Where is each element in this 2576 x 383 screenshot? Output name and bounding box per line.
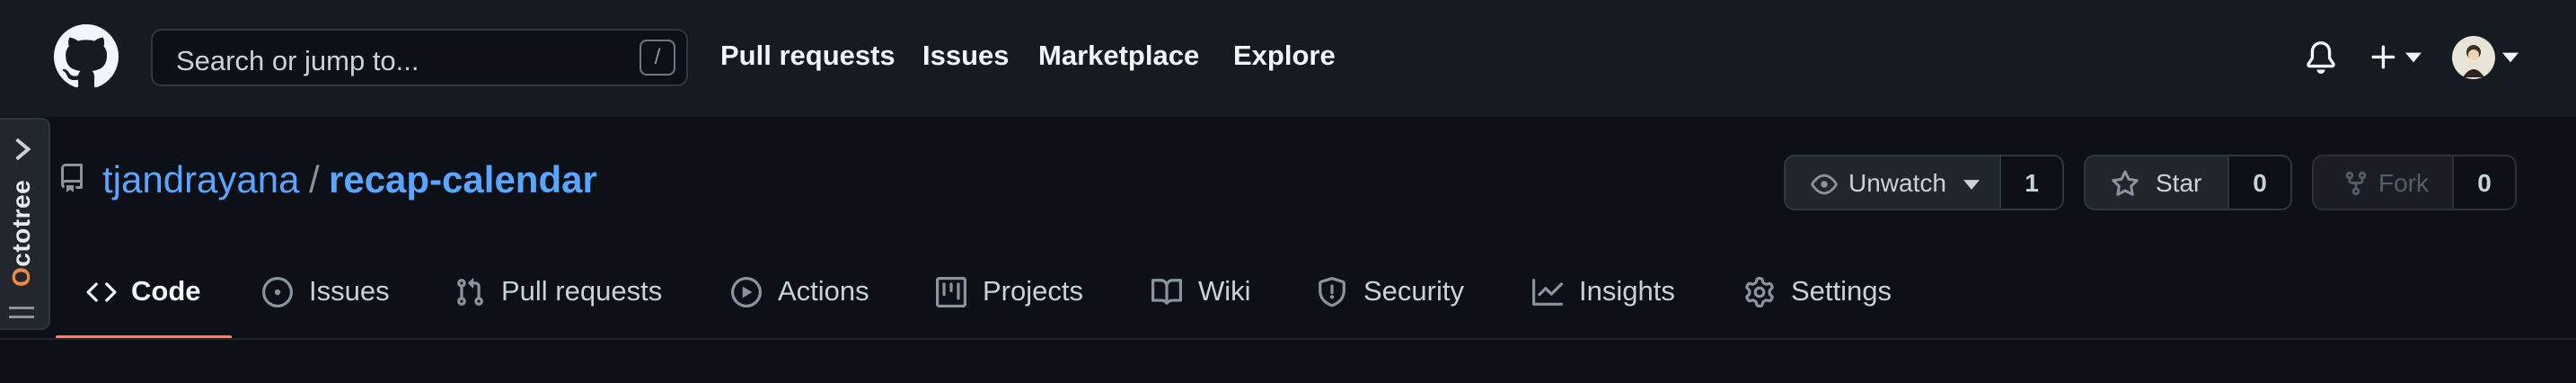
star-count[interactable]: 0 — [2229, 156, 2290, 209]
tab-pull-requests[interactable]: Pull requests — [454, 270, 670, 342]
avatar-caret-icon[interactable] — [2502, 52, 2519, 63]
tab-insights-label: Insights — [1579, 275, 1675, 307]
octotree-label: Octotree — [7, 179, 35, 287]
watch-count[interactable]: 1 — [2001, 156, 2062, 209]
caret-down-icon — [1963, 180, 1980, 190]
graph-icon — [1532, 279, 1563, 306]
repo-owner-link[interactable]: tjandrayana — [102, 158, 300, 201]
search-input[interactable]: Search or jump to... / — [151, 29, 688, 86]
create-menu-caret-icon[interactable] — [2405, 52, 2422, 63]
octotree-toggle[interactable]: Octotree — [0, 118, 50, 330]
tab-pull-requests-label: Pull requests — [501, 275, 663, 307]
unwatch-button[interactable]: Unwatch — [1786, 156, 2001, 209]
issue-opened-icon — [262, 277, 293, 307]
chevron-right-icon — [15, 138, 31, 161]
star-button-group: Star 0 — [2084, 155, 2292, 210]
avatar[interactable] — [2452, 36, 2495, 79]
plus-icon[interactable] — [2368, 41, 2400, 74]
bell-icon[interactable] — [2305, 41, 2337, 74]
tab-code[interactable]: Code — [86, 270, 212, 342]
tab-projects-label: Projects — [983, 275, 1083, 307]
project-icon — [936, 277, 966, 307]
star-label: Star — [2156, 169, 2202, 197]
repo-path-separator: / — [309, 158, 320, 200]
watch-button-group: Unwatch 1 — [1784, 155, 2064, 210]
tab-security-label: Security — [1363, 275, 1464, 307]
gear-icon — [1745, 277, 1774, 307]
tab-actions[interactable]: Actions — [731, 270, 875, 342]
tab-wiki[interactable]: Wiki — [1151, 270, 1259, 342]
tabs-divider — [0, 338, 2576, 340]
fork-icon — [2345, 171, 2367, 196]
fork-button[interactable]: Fork — [2314, 156, 2454, 209]
tab-issues-label: Issues — [309, 275, 390, 307]
fork-count[interactable]: 0 — [2454, 156, 2515, 209]
repo-name-link[interactable]: recap-calendar — [329, 158, 597, 201]
play-icon — [731, 277, 762, 307]
tab-actions-label: Actions — [778, 275, 869, 307]
repo-icon — [61, 164, 83, 192]
search-shortcut-key: / — [640, 40, 675, 76]
shield-icon — [1319, 277, 1345, 307]
tab-security[interactable]: Security — [1317, 270, 1478, 342]
nav-explore[interactable]: Explore — [1233, 40, 1336, 72]
nav-marketplace[interactable]: Marketplace — [1038, 40, 1199, 72]
star-button[interactable]: Star — [2086, 156, 2229, 209]
eye-icon — [1811, 174, 1838, 195]
tab-settings-label: Settings — [1791, 275, 1892, 307]
star-icon — [2112, 170, 2139, 196]
tab-issues[interactable]: Issues — [262, 270, 397, 342]
global-header: Search or jump to... / Pull requests Iss… — [0, 0, 2576, 117]
fork-button-group: Fork 0 — [2312, 155, 2517, 210]
code-icon — [86, 282, 117, 302]
unwatch-label: Unwatch — [1848, 169, 1946, 197]
search-placeholder: Search or jump to... — [176, 45, 419, 76]
book-icon — [1151, 279, 1182, 305]
nav-pull-requests[interactable]: Pull requests — [720, 40, 895, 72]
tab-settings[interactable]: Settings — [1744, 270, 1915, 342]
nav-issues[interactable]: Issues — [922, 40, 1010, 72]
fork-label: Fork — [2378, 169, 2429, 197]
tab-insights[interactable]: Insights — [1532, 270, 1694, 342]
tab-wiki-label: Wiki — [1198, 275, 1251, 307]
menu-lines-icon — [9, 307, 34, 318]
tab-code-label: Code — [131, 275, 201, 307]
git-pull-request-icon — [457, 278, 483, 306]
github-logo-icon[interactable] — [54, 24, 119, 89]
tab-projects[interactable]: Projects — [936, 270, 1098, 342]
